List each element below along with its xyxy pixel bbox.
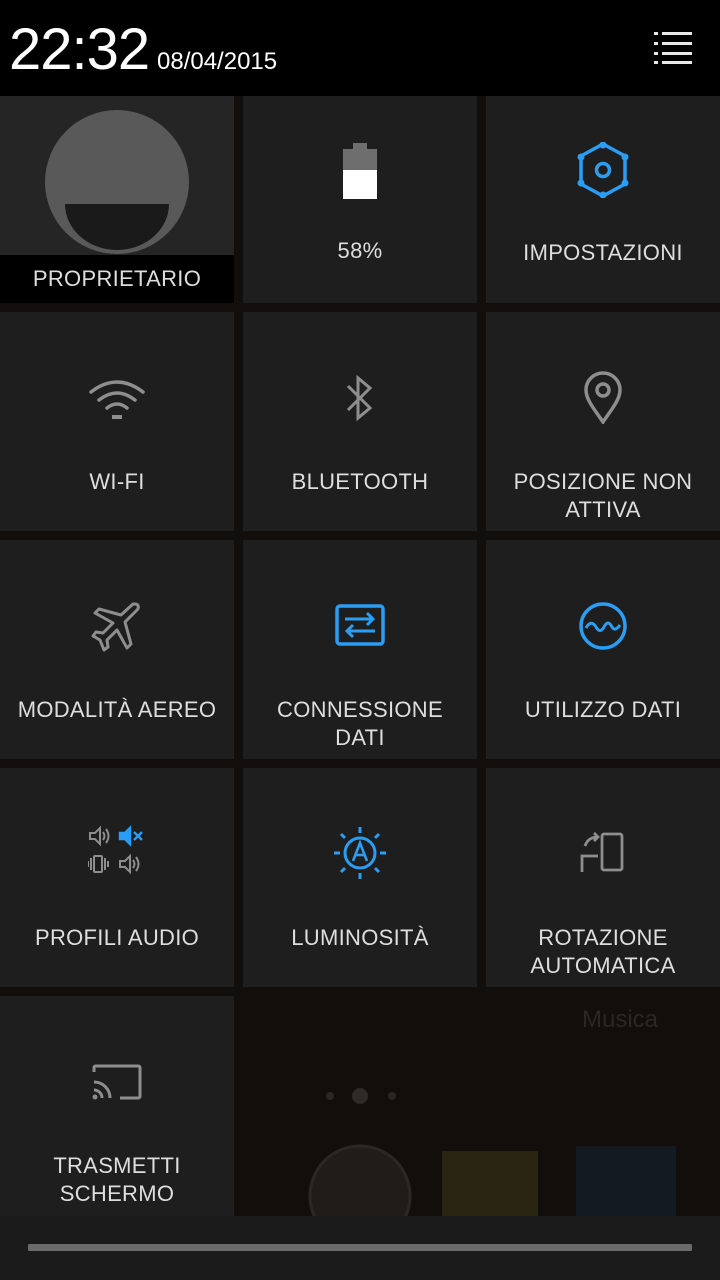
list-icon [654, 32, 692, 64]
tile-auto-rotate-label-2: AUTOMATICA [530, 953, 676, 978]
tile-auto-rotate[interactable]: ROTAZIONE AUTOMATICA [486, 768, 720, 987]
tile-owner-label: PROPRIETARIO [32, 266, 202, 291]
tile-cast-screen-label-2: SCHERMO [59, 1181, 175, 1206]
airplane-icon [91, 602, 140, 652]
brightness-auto-icon [334, 827, 386, 879]
gear-icon [577, 142, 629, 198]
bottom-drag-bar [0, 1216, 720, 1280]
tile-auto-rotate-label-1: ROTAZIONE [538, 925, 668, 950]
tile-wifi-label: WI-FI [89, 469, 145, 494]
data-transfer-icon [335, 604, 385, 646]
tile-audio-profiles-label: PROFILI AUDIO [34, 925, 200, 950]
tile-brightness-label: LUMINOSITÀ [291, 925, 429, 950]
tile-bluetooth-label: BLUETOOTH [291, 469, 429, 494]
tile-mobile-data-label-1: CONNESSIONE [277, 697, 443, 722]
user-avatar-icon [45, 110, 189, 254]
drag-handle[interactable] [28, 1244, 692, 1251]
date[interactable]: 08/04/2015 [157, 48, 277, 76]
tile-wifi[interactable]: WI-FI [0, 312, 234, 531]
tile-airplane[interactable]: MODALITÀ AEREO [0, 540, 234, 759]
clock[interactable]: 22:32 [9, 18, 150, 82]
tile-location[interactable]: POSIZIONE NON ATTIVA [486, 312, 720, 531]
data-usage-wave-icon [579, 602, 627, 650]
tile-cast-screen[interactable]: TRASMETTI SCHERMO [0, 996, 234, 1216]
tile-owner[interactable]: PROPRIETARIO [0, 96, 234, 303]
tile-location-label-2: ATTIVA [565, 497, 641, 522]
tile-mobile-data[interactable]: CONNESSIONE DATI [243, 540, 477, 759]
tile-airplane-label: MODALITÀ AEREO [17, 697, 217, 722]
tile-bluetooth[interactable]: BLUETOOTH [243, 312, 477, 531]
battery-icon [343, 143, 377, 199]
settings-menu-button[interactable] [650, 28, 698, 68]
avatar [0, 110, 234, 254]
bluetooth-icon [346, 374, 373, 422]
tile-battery-label: 58% [337, 238, 383, 263]
status-header: 22:32 08/04/2015 [0, 0, 720, 96]
tile-brightness[interactable]: LUMINOSITÀ [243, 768, 477, 987]
tile-data-usage[interactable]: UTILIZZO DATI [486, 540, 720, 759]
tile-settings-label: IMPOSTAZIONI [523, 240, 683, 265]
music-widget-label: Musica [582, 1006, 659, 1033]
tile-audio-profiles[interactable]: PROFILI AUDIO [0, 768, 234, 987]
tile-battery[interactable]: 58% [243, 96, 477, 303]
tile-data-usage-label: UTILIZZO DATI [524, 697, 682, 722]
cast-icon [92, 1064, 142, 1100]
screen-rotation-icon [580, 832, 624, 872]
tile-mobile-data-label-2: DATI [335, 725, 385, 750]
audio-profiles-icon [88, 825, 143, 875]
tile-settings[interactable]: IMPOSTAZIONI [486, 96, 720, 303]
tile-cast-screen-label-1: TRASMETTI [53, 1153, 181, 1178]
tile-location-label-1: POSIZIONE NON [513, 469, 693, 494]
wifi-icon [89, 380, 145, 419]
location-pin-icon [584, 371, 622, 424]
